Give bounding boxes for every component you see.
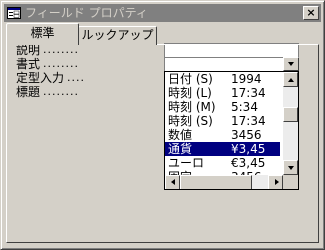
tab-label: ルックアップ — [81, 28, 154, 42]
window-form-icon — [7, 7, 21, 19]
list-item[interactable]: 時刻 (L) 17:34 — [165, 86, 280, 100]
chevron-down-icon — [288, 62, 294, 66]
scroll-down-button[interactable] — [283, 160, 298, 175]
window-title: フィールド プロパティ — [25, 6, 148, 20]
horizontal-scrollbar[interactable] — [165, 175, 283, 189]
horizontal-scroll-thumb[interactable] — [180, 175, 252, 189]
close-button[interactable]: × — [303, 6, 319, 20]
tab-lookup[interactable]: ルックアップ — [78, 26, 157, 45]
scroll-corner — [283, 175, 298, 189]
tab-label: 標準 — [30, 26, 55, 40]
format-dropdown-list[interactable]: 日付 (S) 1994 時刻 (L) 17:34 時刻 (M) 5:34 時刻 … — [164, 71, 299, 190]
scroll-left-button[interactable] — [165, 175, 180, 189]
title-bar[interactable]: フィールド プロパティ × — [4, 4, 321, 22]
list-item[interactable]: ユーロ €3,45 — [165, 156, 280, 170]
tab-standard[interactable]: 標準 — [6, 23, 79, 45]
vertical-scrollbar[interactable] — [283, 72, 298, 175]
scroll-up-button[interactable] — [283, 72, 298, 87]
field-properties-window: フィールド プロパティ × 標準 ルックアップ 説明 ........ 書式 .… — [0, 0, 325, 250]
vertical-scroll-thumb[interactable] — [283, 107, 298, 122]
list-item[interactable]: 数値 3456 — [165, 128, 280, 142]
arrow-left-icon — [171, 179, 175, 185]
list-item-selected[interactable]: 通貨 ¥3,45 — [165, 142, 280, 156]
arrow-up-icon — [288, 78, 294, 82]
close-icon: × — [306, 6, 316, 19]
format-dropdown-button[interactable] — [283, 57, 299, 71]
list-item[interactable]: 時刻 (M) 5:34 — [165, 100, 280, 114]
arrow-right-icon — [275, 179, 279, 185]
list-item[interactable]: 日付 (S) 1994 — [165, 72, 280, 86]
arrow-down-icon — [288, 166, 294, 170]
scroll-right-button[interactable] — [268, 175, 283, 189]
list-item[interactable]: 時刻 (S) 17:34 — [165, 114, 280, 128]
